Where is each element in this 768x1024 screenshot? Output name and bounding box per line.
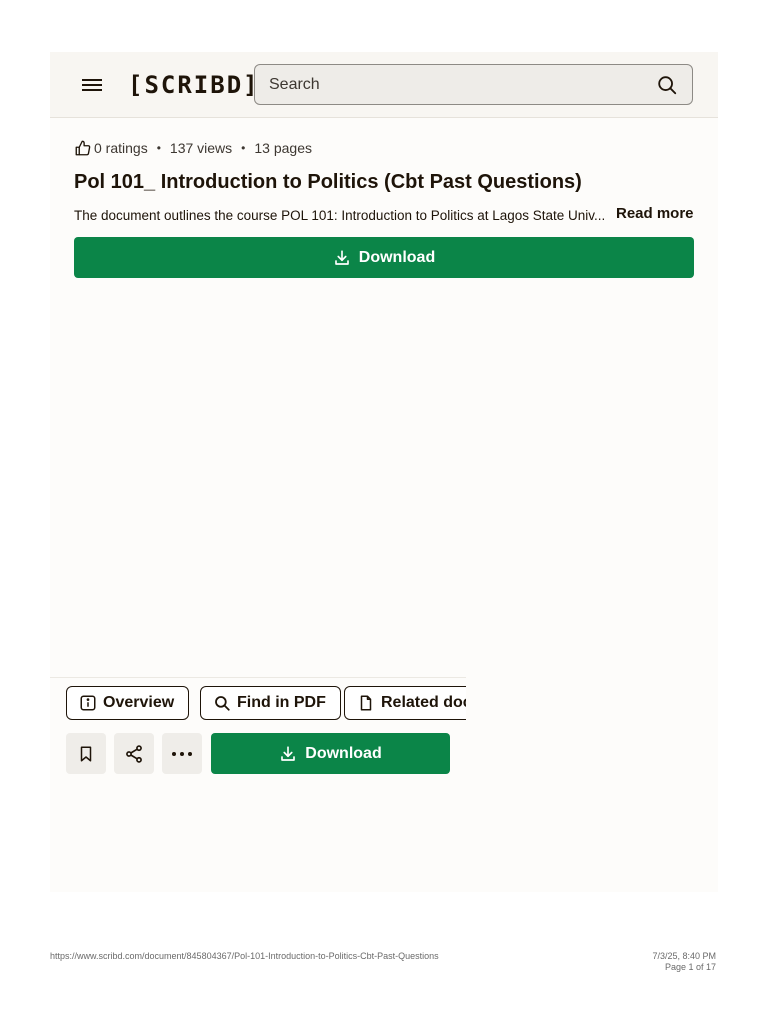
more-options-button[interactable] [162,733,202,774]
search-input[interactable] [269,65,629,104]
footer-page-info: 7/3/25, 8:40 PM Page 1 of 17 [652,951,716,973]
document-description: The document outlines the course POL 101… [74,208,606,223]
top-navigation-bar: [SCRIBD] [50,52,718,118]
menu-icon[interactable] [82,76,104,94]
separator: • [156,141,161,155]
views-count: 137 views [169,140,233,156]
more-icon [172,751,192,756]
tab-label: Overview [103,694,175,711]
tab-overview[interactable]: Overview [66,686,190,720]
share-button[interactable] [114,733,154,774]
tab-label: Find in PDF [237,694,326,711]
download-label: Download [305,744,382,762]
download-icon [281,745,296,761]
page-count: 13 pages [254,140,312,156]
bookmark-icon [80,746,92,761]
share-icon [126,744,142,763]
info-icon [80,695,96,711]
search-field[interactable] [254,64,693,105]
scribd-logo[interactable]: [SCRIBD] [128,70,260,100]
document-stats: 0 ratings • 137 views • 13 pages [74,138,312,158]
download-button[interactable]: Download [74,237,694,278]
download-button-secondary[interactable]: Download [211,733,450,774]
save-button[interactable] [66,733,106,774]
ratings-count: 0 ratings [94,140,148,156]
print-datetime: 7/3/25, 8:40 PM [652,951,716,961]
document-toolbar: Overview Find in PDF Related doc Downloa… [50,677,466,892]
download-label: Download [358,248,436,266]
read-more-link[interactable]: Read more [616,205,694,222]
page-content: [SCRIBD] 0 ratings • 137 views • 13 page… [50,52,718,892]
separator: • [241,141,246,155]
search-icon [215,696,230,711]
document-title: Pol 101_ Introduction to Politics (Cbt P… [74,171,582,193]
tab-label: Related doc [381,694,466,711]
footer-url: https://www.scribd.com/document/84580436… [50,951,439,961]
page-number: Page 1 of 17 [664,962,716,972]
tab-related-documents[interactable]: Related doc [344,686,466,720]
download-icon [334,249,349,265]
search-icon[interactable] [656,74,678,96]
thumbs-up-icon[interactable] [74,139,92,157]
document-icon [360,695,372,711]
tab-find-in-pdf[interactable]: Find in PDF [200,686,341,720]
